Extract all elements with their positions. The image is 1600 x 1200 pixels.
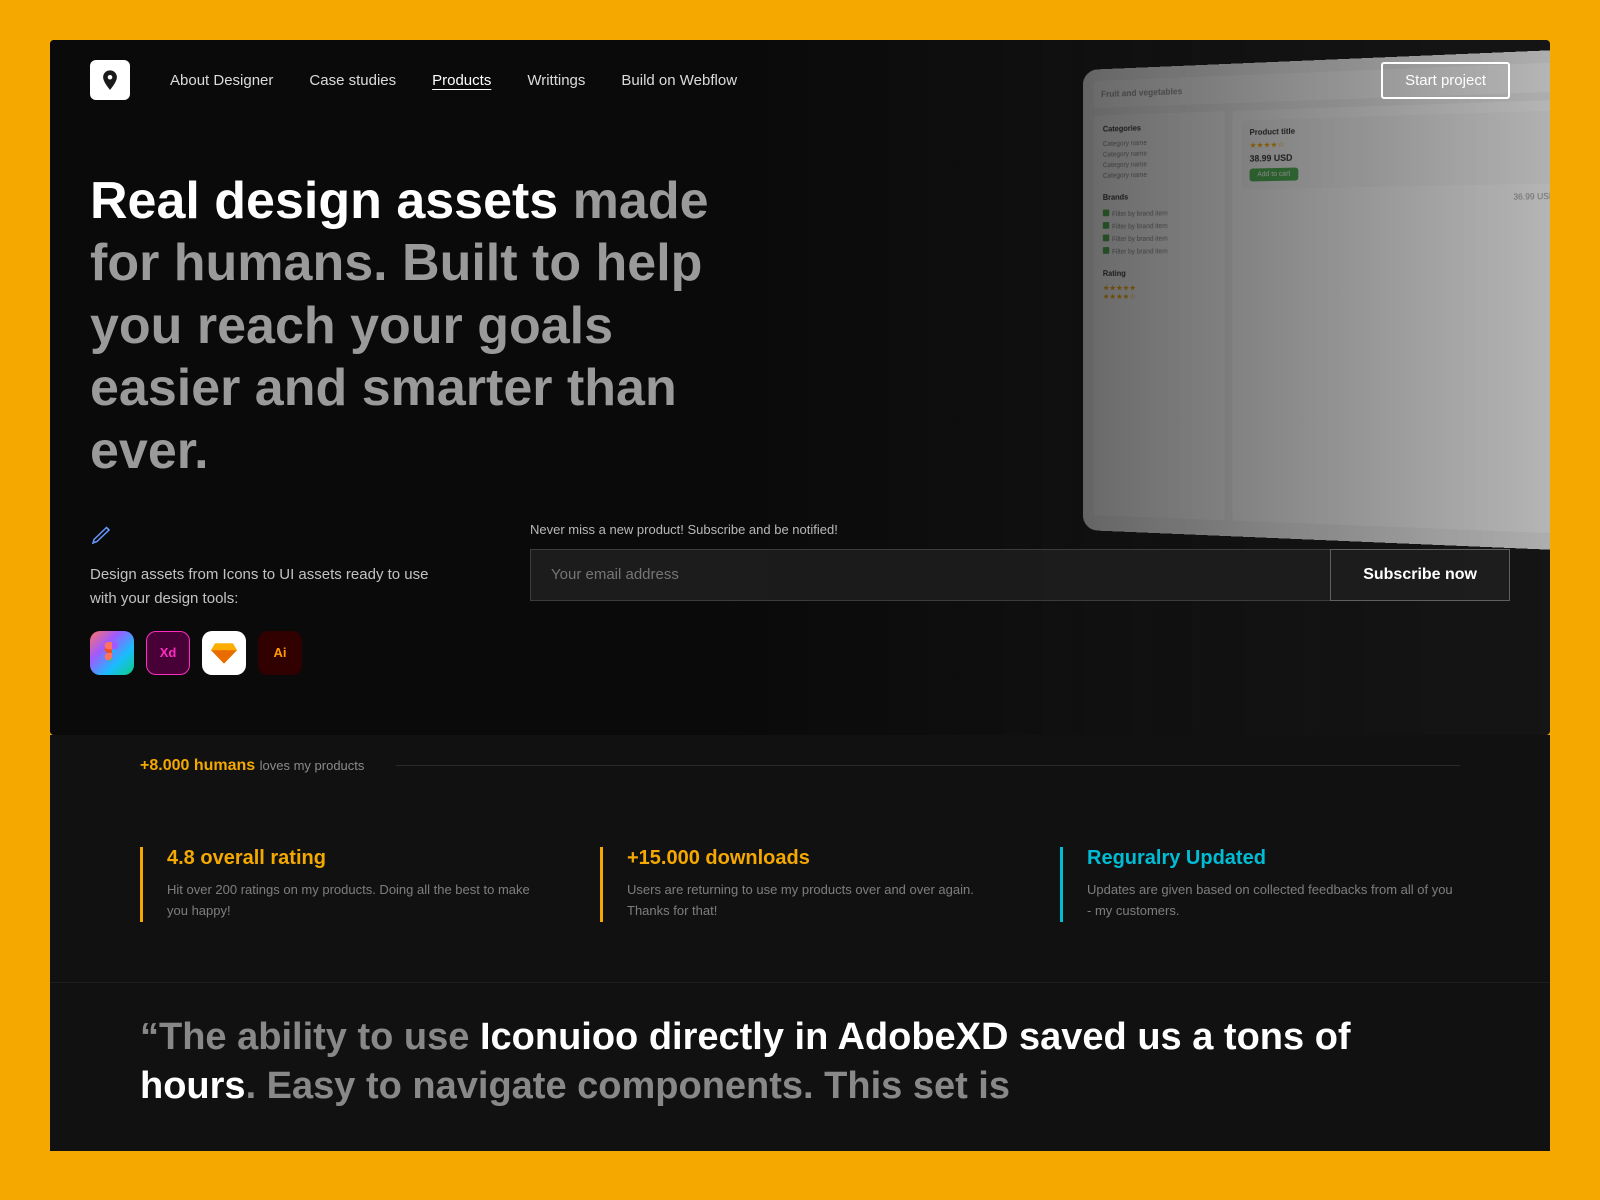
hero-content: Real design assets made for humans. Buil… — [50, 120, 1550, 735]
nav-case-studies[interactable]: Case studies — [309, 72, 396, 89]
stat-card-downloads: +15.000 downloads Users are returning to… — [600, 847, 1000, 922]
sketch-svg — [211, 641, 237, 665]
testimonial-section: “The ability to use Iconuioo directly in… — [50, 982, 1550, 1152]
nav-products[interactable]: Products — [432, 72, 491, 89]
stat-title-updated: Reguralry Updated — [1087, 847, 1460, 870]
sketch-icon — [202, 631, 246, 675]
stat-card-updated: Reguralry Updated Updates are given base… — [1060, 847, 1460, 922]
email-input[interactable] — [530, 549, 1330, 601]
stat-card-rating: 4.8 overall rating Hit over 200 ratings … — [140, 847, 540, 922]
logo-icon — [99, 69, 121, 91]
stat-desc-rating: Hit over 200 ratings on my products. Doi… — [167, 880, 540, 922]
figma-svg — [101, 642, 123, 664]
ai-label: Ai — [274, 645, 287, 660]
stats-bar-divider — [396, 765, 1460, 766]
ai-icon: Ai — [258, 631, 302, 675]
nav-writtings[interactable]: Writtings — [527, 72, 585, 89]
testimonial-post: . Easy to navigate components. This set … — [246, 1065, 1010, 1107]
stat-desc-downloads: Users are returning to use my products o… — [627, 880, 1000, 922]
subscribe-button[interactable]: Subscribe now — [1330, 549, 1510, 601]
xd-icon: Xd — [146, 631, 190, 675]
stats-bar: +8.000 humans loves my products — [50, 735, 1550, 797]
pencil-svg — [90, 522, 114, 546]
figma-icon — [90, 631, 134, 675]
hero-left-col: Design assets from Icons to UI assets re… — [90, 522, 430, 675]
nav-webflow[interactable]: Build on Webflow — [621, 72, 737, 89]
navbar: About Designer Case studies Products Wri… — [50, 40, 1550, 120]
hero-left-text: Design assets from Icons to UI assets re… — [90, 563, 430, 611]
subscribe-label: Never miss a new product! Subscribe and … — [530, 522, 1510, 537]
stats-section: 4.8 overall rating Hit over 200 ratings … — [50, 797, 1550, 982]
stats-bar-highlight: +8.000 humans — [140, 757, 255, 774]
start-project-button[interactable]: Start project — [1381, 62, 1510, 99]
hero-sub-section: Design assets from Icons to UI assets re… — [90, 522, 1510, 675]
stats-bar-desc: loves my products — [260, 758, 365, 773]
nav-links: About Designer Case studies Products Wri… — [170, 72, 1341, 89]
xd-label: Xd — [160, 645, 177, 660]
hero-headline: Real design assets made for humans. Buil… — [90, 170, 770, 482]
stat-title-rating: 4.8 overall rating — [167, 847, 540, 870]
subscribe-form: Subscribe now — [530, 549, 1510, 601]
testimonial-pre: “The ability to use — [140, 1016, 480, 1058]
testimonial-text: “The ability to use Iconuioo directly in… — [140, 1013, 1460, 1112]
pencil-icon — [90, 522, 430, 551]
tool-icons: Xd Ai — [90, 631, 430, 675]
hero-section: Fruit and vegetables Categories Category… — [50, 40, 1550, 735]
hero-right-col: Never miss a new product! Subscribe and … — [530, 522, 1510, 601]
nav-about[interactable]: About Designer — [170, 72, 273, 89]
headline-bold: Real design assets — [90, 172, 558, 230]
outer-wrapper: Fruit and vegetables Categories Category… — [0, 0, 1600, 1191]
stat-desc-updated: Updates are given based on collected fee… — [1087, 880, 1460, 922]
stat-title-downloads: +15.000 downloads — [627, 847, 1000, 870]
stats-bar-text: +8.000 humans loves my products — [140, 757, 364, 775]
nav-logo[interactable] — [90, 60, 130, 100]
